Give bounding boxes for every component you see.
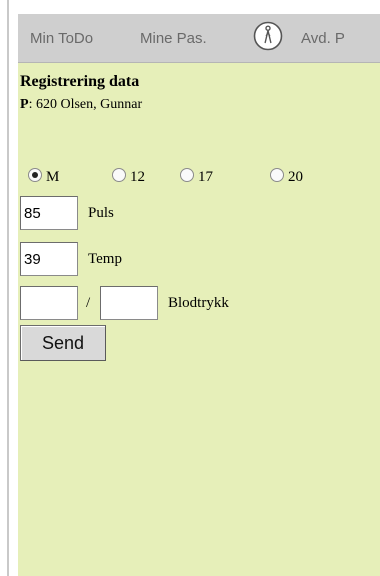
registration-panel: Registrering data P: 620 Olsen, Gunnar M… xyxy=(18,63,380,576)
blood-pressure-label: Blodtrykk xyxy=(168,295,229,311)
send-button[interactable]: Send xyxy=(20,325,106,361)
radio-unchecked-icon[interactable] xyxy=(180,168,194,182)
puls-label: Puls xyxy=(88,205,114,221)
systolic-input[interactable] xyxy=(20,286,78,320)
left-edge-panel xyxy=(0,0,9,576)
radio-label: M xyxy=(46,169,60,185)
temp-label: Temp xyxy=(88,251,122,267)
puls-input[interactable] xyxy=(20,196,78,230)
top-nav-bar: Min ToDo Mine Pas. Avd. P xyxy=(18,14,380,63)
page-title: Registrering data xyxy=(20,73,140,90)
tab-avdeling[interactable]: Avd. P xyxy=(301,30,345,47)
tab-mine-pasienter[interactable]: Mine Pas. xyxy=(140,30,207,47)
radio-label: 20 xyxy=(288,169,303,185)
radio-20[interactable]: 20 xyxy=(270,168,303,186)
app-frame: Min ToDo Mine Pas. Avd. P Registrering d… xyxy=(0,0,380,576)
radio-17[interactable]: 17 xyxy=(180,168,213,186)
patient-prefix: P xyxy=(20,97,29,112)
bp-separator: / xyxy=(86,295,91,311)
radio-unchecked-icon[interactable] xyxy=(112,168,126,182)
walking-figure-logo-icon[interactable] xyxy=(253,21,283,51)
temp-input[interactable] xyxy=(20,242,78,276)
diastolic-input[interactable] xyxy=(100,286,158,320)
radio-unchecked-icon[interactable] xyxy=(270,168,284,182)
patient-info: P: 620 Olsen, Gunnar xyxy=(20,97,142,113)
radio-m[interactable]: M xyxy=(28,168,59,186)
patient-name: : 620 Olsen, Gunnar xyxy=(28,97,143,112)
radio-checked-icon[interactable] xyxy=(28,168,42,182)
radio-label: 17 xyxy=(198,169,213,185)
radio-label: 12 xyxy=(130,169,145,185)
radio-12[interactable]: 12 xyxy=(112,168,145,186)
tab-min-todo[interactable]: Min ToDo xyxy=(30,30,93,47)
